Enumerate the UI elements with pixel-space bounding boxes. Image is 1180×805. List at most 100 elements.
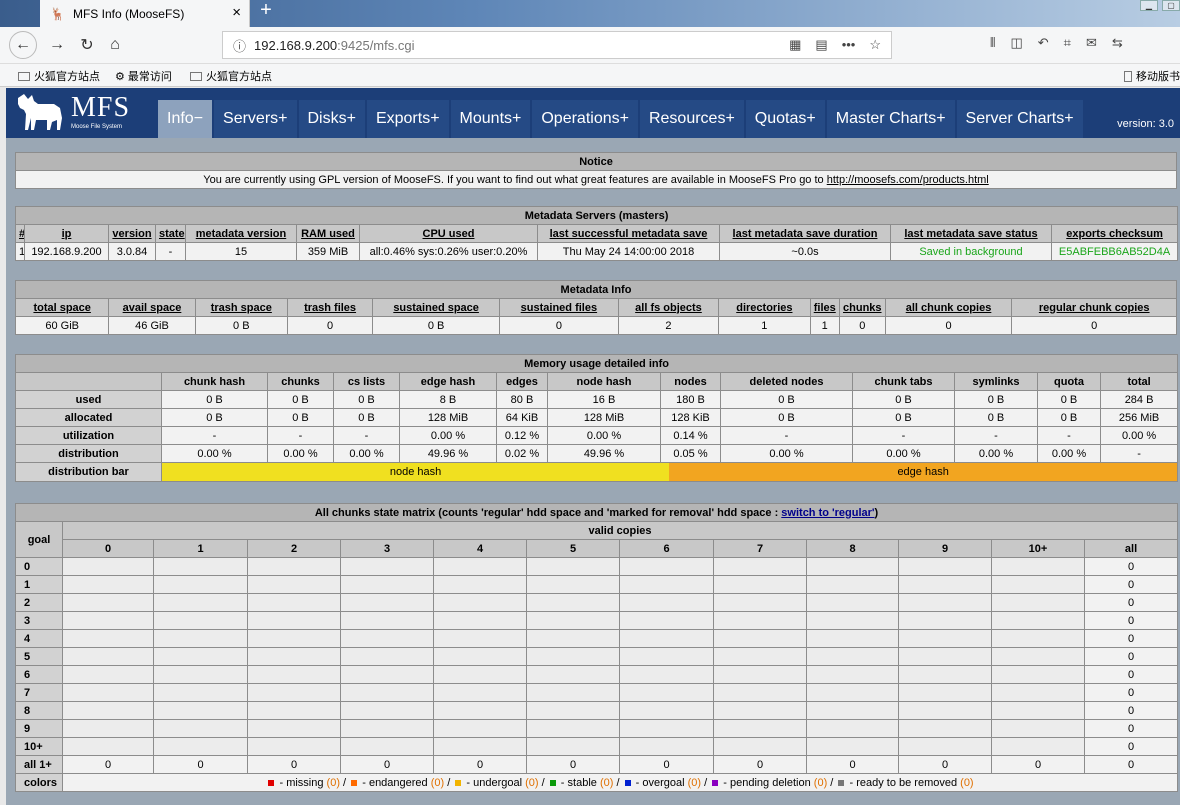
minimize-icon[interactable]: ▁ xyxy=(1140,0,1158,11)
goal-header: goal xyxy=(15,521,63,558)
menu-item-mounts[interactable]: Mounts + xyxy=(450,100,533,138)
reload-icon[interactable]: ↻ xyxy=(74,32,100,58)
col-header[interactable]: avail space xyxy=(108,298,196,317)
chat-icon[interactable]: ✉ xyxy=(1086,35,1097,51)
col-header[interactable]: ip xyxy=(24,224,109,243)
legend-text: - pending deletion xyxy=(720,776,814,789)
undo-icon[interactable]: ↶ xyxy=(1038,35,1049,51)
home-icon[interactable]: ⌂ xyxy=(102,32,128,58)
qr-code-icon[interactable]: ▦ xyxy=(789,37,801,53)
table-cell: 0 B xyxy=(194,316,288,335)
col-header[interactable]: trash space xyxy=(194,298,288,317)
forward-arrow-icon[interactable]: → xyxy=(44,32,70,58)
legend-separator: / xyxy=(613,776,623,789)
page-actions-icon[interactable]: ••• xyxy=(842,37,856,53)
matrix-cell xyxy=(898,683,992,702)
matrix-cell xyxy=(247,593,341,612)
col-header[interactable]: chunks xyxy=(838,298,886,317)
library-icon[interactable]: ⫴ xyxy=(990,35,995,51)
col-header[interactable]: last successful metadata save xyxy=(537,224,720,243)
matrix-cell xyxy=(806,701,899,720)
menu-item-disks[interactable]: Disks + xyxy=(298,100,367,138)
matrix-cell xyxy=(898,665,992,684)
col-header[interactable]: state xyxy=(155,224,186,243)
col-header[interactable]: exports checksum xyxy=(1050,224,1179,243)
bookmark-firefox-site-2[interactable]: 火狐官方站点 xyxy=(190,68,272,84)
legend-count: (0) xyxy=(687,776,702,789)
goal-label: 0 xyxy=(15,557,63,576)
col-header[interactable]: CPU used xyxy=(359,224,538,243)
new-tab-button[interactable]: + xyxy=(256,0,276,22)
col-header[interactable]: # xyxy=(15,224,25,243)
matrix-cell xyxy=(247,611,341,630)
close-tab-icon[interactable]: × xyxy=(232,4,241,21)
translate-icon[interactable]: ⇆ xyxy=(1112,35,1123,51)
chunks-state-matrix: All chunks state matrix (counts 'regular… xyxy=(14,503,1179,792)
table-cell: 0.12 % xyxy=(496,426,548,445)
matrix-cell xyxy=(433,737,527,756)
bookmark-most-visited[interactable]: ⚙ 最常访问 xyxy=(115,68,172,84)
site-info-icon[interactable]: ⓘ xyxy=(233,36,246,55)
menu-item-resources[interactable]: Resources + xyxy=(639,100,746,138)
menu-item-servers[interactable]: Servers + xyxy=(214,100,299,138)
col-header[interactable]: sustained space xyxy=(372,298,501,317)
matrix-cell xyxy=(340,683,434,702)
address-bar[interactable]: ⓘ 192.168.9.200:9425/mfs.cgi ▦ ▤ ••• ☆ xyxy=(222,31,892,59)
products-link[interactable]: http://moosefs.com/products.html xyxy=(827,174,989,186)
menu-item-master-charts[interactable]: Master Charts + xyxy=(826,100,957,138)
matrix-all-cell: 0 xyxy=(1083,665,1179,684)
maximize-icon[interactable]: ▢ xyxy=(1162,0,1180,11)
matrix-cell xyxy=(991,719,1085,738)
switch-to-regular-link[interactable]: switch to 'regular' xyxy=(781,507,874,519)
crop-icon[interactable]: ⌗ xyxy=(1064,35,1071,51)
menu-item-info[interactable]: Info − xyxy=(158,100,215,138)
menu-item-quotas[interactable]: Quotas + xyxy=(745,100,827,138)
table-cell: 0.00 % xyxy=(161,444,268,463)
logo-subtitle: Moose File System xyxy=(71,124,123,130)
table-cell: 0 B xyxy=(161,390,268,409)
browser-tab[interactable]: 🦌 MFS Info (MooseFS) × xyxy=(40,0,250,27)
bookmark-mobile[interactable]: 移动版书 xyxy=(1124,68,1180,84)
distribution-bar: node hash edge hash xyxy=(160,462,1179,482)
col-header[interactable]: RAM used xyxy=(296,224,360,243)
menu-item-server-charts[interactable]: Server Charts + xyxy=(956,100,1085,138)
reader-view-icon[interactable]: ▤ xyxy=(815,37,827,53)
mfs-logo: MFS Moose File System xyxy=(16,92,146,134)
table-cell: 0.02 % xyxy=(496,444,548,463)
matrix-cell xyxy=(991,701,1085,720)
notice-text: You are currently using GPL version of M… xyxy=(15,170,1177,189)
matrix-cell xyxy=(62,683,154,702)
col-header[interactable]: last metadata save duration xyxy=(719,224,891,243)
matrix-cell: 0 xyxy=(340,755,434,774)
col-header[interactable]: metadata version xyxy=(185,224,297,243)
col-header[interactable]: version xyxy=(108,224,156,243)
matrix-all-cell: 0 xyxy=(1083,629,1179,648)
url-path: :9425/mfs.cgi xyxy=(337,37,415,53)
copies-header: 8 xyxy=(806,539,899,558)
col-header[interactable]: all fs objects xyxy=(617,298,720,317)
copies-header: 3 xyxy=(340,539,434,558)
col-header[interactable]: regular chunk copies xyxy=(1011,298,1177,317)
matrix-cell xyxy=(806,611,899,630)
table-cell: 0 B xyxy=(852,390,955,409)
color-swatch xyxy=(455,779,462,786)
matrix-cell xyxy=(340,611,434,630)
col-header[interactable]: files xyxy=(809,298,840,317)
bookmark-firefox-site[interactable]: 火狐官方站点 xyxy=(18,68,100,84)
col-header[interactable]: last metadata save status xyxy=(890,224,1052,243)
col-header[interactable]: directories xyxy=(718,298,811,317)
back-arrow-icon[interactable]: ← xyxy=(9,31,37,59)
col-header[interactable]: all chunk copies xyxy=(884,298,1013,317)
menu-item-exports[interactable]: Exports + xyxy=(366,100,451,138)
col-header[interactable]: total space xyxy=(14,298,110,317)
logo-text: MFS xyxy=(71,92,131,123)
col-header[interactable]: trash files xyxy=(286,298,374,317)
memory-usage-title: Memory usage detailed info xyxy=(14,354,1179,373)
table-cell: 128 MiB xyxy=(547,408,661,427)
menu-item-operations[interactable]: Operations + xyxy=(532,100,640,138)
table-cell: 2 xyxy=(617,316,720,335)
sidebar-icon[interactable]: ◫ xyxy=(1010,35,1022,51)
row-label: utilization xyxy=(15,426,162,445)
col-header[interactable]: sustained files xyxy=(499,298,619,317)
bookmark-star-icon[interactable]: ☆ xyxy=(869,37,881,53)
